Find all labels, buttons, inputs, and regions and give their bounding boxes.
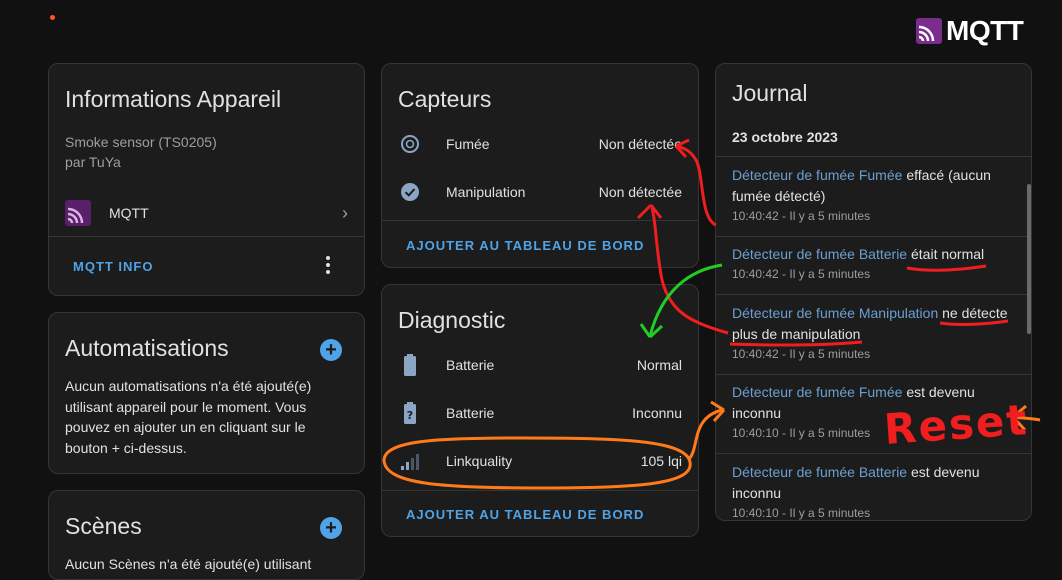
smoke-detector-icon xyxy=(398,132,422,156)
card-title: Capteurs xyxy=(398,86,492,112)
add-to-dashboard-button[interactable]: AJOUTER AU TABLEAU DE BORD xyxy=(406,238,644,253)
add-scene-button[interactable]: + xyxy=(320,517,342,539)
sensors-card: Capteurs Fumée Non détectée Manipulation… xyxy=(381,63,699,268)
scenes-card: Scènes + Aucun Scènes n'a été ajouté(e) … xyxy=(48,490,365,580)
add-to-dashboard-button[interactable]: AJOUTER AU TABLEAU DE BORD xyxy=(406,507,644,522)
automations-empty-text: Aucun automatisations n'a été ajouté(e) … xyxy=(65,378,312,456)
automations-card: Automatisations + Aucun automatisations … xyxy=(48,312,365,474)
signal-icon xyxy=(398,449,422,473)
card-title: Diagnostic xyxy=(398,307,506,333)
card-title: Informations Appareil xyxy=(65,86,282,112)
diagnostic-row-battery[interactable]: Batterie Normal xyxy=(398,350,682,380)
journal-card: Journal 23 octobre 2023 Détecteur de fum… xyxy=(715,63,1032,521)
svg-text:?: ? xyxy=(407,409,413,422)
mqtt-integration-icon xyxy=(65,200,91,226)
more-options-icon[interactable] xyxy=(326,256,330,274)
diagnostic-card: Diagnostic Batterie Normal ? Batterie In… xyxy=(381,284,699,537)
card-title: Automatisations xyxy=(65,335,229,361)
card-title: Journal xyxy=(732,80,808,106)
add-automation-button[interactable]: + xyxy=(320,339,342,361)
integration-label: MQTT xyxy=(109,205,149,221)
diagnostic-row-battery-unknown[interactable]: ? Batterie Inconnu xyxy=(398,398,682,428)
battery-unknown-icon: ? xyxy=(398,401,422,425)
journal-scrollbar[interactable] xyxy=(1027,184,1031,334)
device-info-card: Informations Appareil Smoke sensor (TS02… xyxy=(48,63,365,296)
reset-annotation-label: Reset xyxy=(882,395,1030,454)
scenes-empty-text: Aucun Scènes n'a été ajouté(e) utilisant xyxy=(65,556,312,572)
diagnostic-row-linkquality[interactable]: Linkquality 105 lqi xyxy=(398,446,682,476)
chevron-right-icon: › xyxy=(342,202,348,223)
logo-text: MQTT xyxy=(946,15,1024,46)
journal-entry[interactable]: Détecteur de fumée Batterie est devenu i… xyxy=(732,462,1015,520)
integration-row[interactable]: MQTT › xyxy=(65,198,348,228)
journal-date: 23 octobre 2023 xyxy=(732,129,838,145)
journal-entry[interactable]: Détecteur de fumée Manipulation ne détec… xyxy=(732,303,1015,363)
mqtt-info-button[interactable]: MQTT INFO xyxy=(73,259,154,274)
device-model: Smoke sensor (TS0205) xyxy=(65,134,217,150)
check-circle-icon xyxy=(398,180,422,204)
device-manufacturer: par TuYa xyxy=(65,154,121,170)
mqtt-logo: MQTT xyxy=(916,15,1024,46)
sensor-row-smoke[interactable]: Fumée Non détectée xyxy=(398,129,682,159)
sensor-row-tamper[interactable]: Manipulation Non détectée xyxy=(398,177,682,207)
journal-entry[interactable]: Détecteur de fumée Fumée effacé (aucun f… xyxy=(732,165,1015,225)
battery-icon xyxy=(398,353,422,377)
journal-entry[interactable]: Détecteur de fumée Batterie était normal… xyxy=(732,244,1015,283)
mqtt-icon xyxy=(916,18,942,44)
status-dot xyxy=(50,15,55,20)
card-title: Scènes xyxy=(65,513,142,539)
